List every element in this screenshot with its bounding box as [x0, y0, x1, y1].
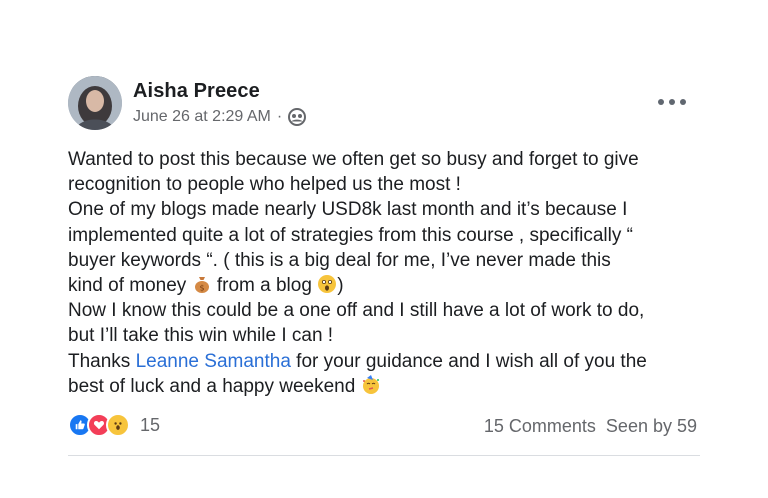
- dot: [658, 99, 664, 105]
- body-line: but I’ll take this win while I can !: [68, 325, 334, 347]
- mention-link[interactable]: Leanne Samantha: [136, 351, 291, 372]
- money-bag-icon: $: [192, 274, 212, 294]
- body-line: implemented quite a lot of strategies fr…: [68, 224, 633, 246]
- comments-count-link[interactable]: 15 Comments: [484, 416, 596, 437]
- author-name[interactable]: Aisha Preece: [133, 80, 260, 103]
- reactions-summary[interactable]: 15: [68, 413, 160, 437]
- more-options-icon[interactable]: [658, 96, 686, 108]
- dot: [669, 99, 675, 105]
- text-fragment: ): [337, 275, 344, 297]
- body-line: One of my blogs made nearly USD8k last m…: [68, 199, 628, 221]
- meta-separator: ·: [276, 108, 283, 125]
- body-line: Wanted to post this because we often get…: [68, 149, 639, 170]
- post-meta: June 26 at 2:29 AM ·: [133, 108, 307, 126]
- post-card: Aisha Preece June 26 at 2:29 AM · Wanted…: [0, 0, 768, 498]
- post-body: Wanted to post this because we often get…: [68, 147, 708, 399]
- body-line: best of luck and a happy weekend: [68, 374, 708, 399]
- timestamp[interactable]: June 26 at 2:29 AM: [133, 108, 271, 126]
- body-line: recognition to people who helped us the …: [68, 174, 461, 196]
- party-face-icon: [361, 374, 381, 395]
- body-line: kind of money $ from a blog ): [68, 273, 708, 298]
- group-icon[interactable]: [288, 108, 307, 126]
- body-line: Now I know this could be a one off and I…: [68, 300, 645, 322]
- astonished-face-icon: [317, 274, 337, 294]
- dot: [680, 99, 686, 105]
- text-fragment: Thanks: [68, 350, 136, 372]
- text-fragment: for your guidance and I wish all of you …: [290, 350, 647, 372]
- svg-text:$: $: [199, 284, 204, 293]
- reaction-count: 15: [140, 414, 161, 435]
- body-line: Thanks Leanne Samantha for your guidance…: [68, 349, 708, 374]
- post-stats: 15 Comments Seen by 59: [484, 416, 697, 437]
- text-fragment: kind of money: [68, 275, 192, 297]
- seen-by-link[interactable]: Seen by 59: [606, 416, 697, 437]
- wow-icon: [106, 413, 130, 437]
- avatar[interactable]: [68, 76, 122, 130]
- text-fragment: best of luck and a happy weekend: [68, 375, 361, 397]
- body-line: buyer keywords “. ( this is a big deal f…: [68, 249, 611, 271]
- divider: [68, 455, 700, 456]
- text-fragment: from a blog: [211, 275, 318, 297]
